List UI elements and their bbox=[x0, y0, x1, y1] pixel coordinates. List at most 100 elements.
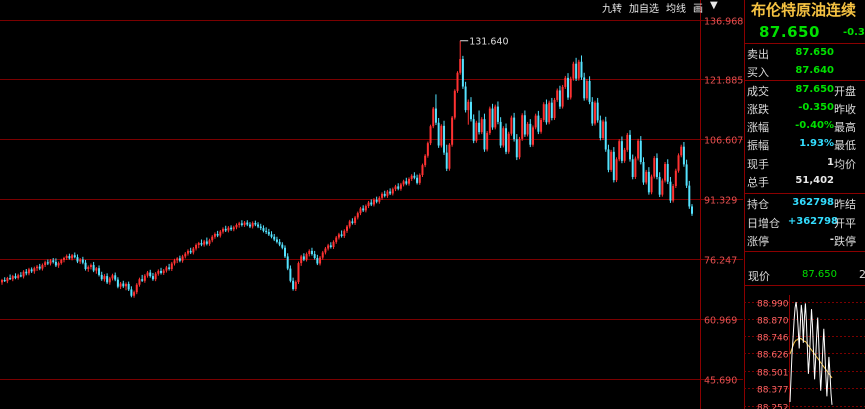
candle-body bbox=[674, 170, 677, 187]
candle bbox=[443, 120, 446, 155]
candle bbox=[133, 290, 136, 298]
candle bbox=[639, 136, 642, 165]
candlestick-chart[interactable]: 136.968 121.885 106.607 91.329 76.247 60.969 4… bbox=[0, 0, 744, 409]
candle bbox=[456, 71, 459, 93]
mini-y-tick-label: 88.377 bbox=[757, 386, 789, 396]
dropdown-icon[interactable]: ▼ bbox=[708, 0, 720, 14]
candle bbox=[100, 271, 103, 281]
candle bbox=[286, 253, 289, 271]
candle-body bbox=[515, 139, 518, 158]
quote-row-label: 总手 bbox=[747, 176, 769, 189]
candle-body bbox=[475, 122, 478, 141]
candle bbox=[321, 250, 324, 260]
candle bbox=[596, 97, 599, 123]
quote-row-label: 现手 bbox=[747, 158, 769, 171]
y-tick-label: 60.969 bbox=[704, 316, 737, 327]
quote-row-label2: 最低 bbox=[834, 139, 856, 152]
candle-body bbox=[89, 265, 92, 268]
candle-body bbox=[335, 237, 338, 242]
candle-body bbox=[176, 258, 179, 261]
intraday-chart[interactable]: 88.990 88.870 88.746 88.626 88.501 88.377 88.2… bbox=[744, 295, 865, 409]
candle-body bbox=[259, 226, 262, 229]
candle-body bbox=[448, 144, 451, 169]
candle-body bbox=[669, 181, 672, 201]
candle-body bbox=[661, 180, 664, 195]
candle bbox=[81, 256, 84, 265]
candle-body bbox=[585, 81, 588, 99]
candle-body bbox=[44, 262, 47, 266]
quote-row-label: 卖出 bbox=[747, 48, 769, 61]
candle bbox=[502, 126, 505, 148]
candle-body bbox=[192, 248, 195, 253]
candle-body bbox=[154, 273, 157, 280]
nine-turn-button[interactable]: 九转 bbox=[600, 0, 624, 15]
moving-average-button[interactable]: 均线 bbox=[664, 0, 688, 15]
candle-body bbox=[92, 265, 95, 271]
candle bbox=[243, 221, 246, 227]
candle bbox=[691, 204, 693, 216]
candle bbox=[36, 265, 39, 271]
candle bbox=[157, 269, 160, 276]
candle-body bbox=[402, 181, 405, 185]
quote-row-label: 成交 bbox=[747, 85, 769, 98]
candle bbox=[545, 99, 548, 125]
candle-body bbox=[25, 271, 28, 274]
candle bbox=[181, 254, 184, 263]
candle bbox=[84, 259, 87, 271]
candle-body bbox=[119, 283, 122, 287]
candle bbox=[518, 136, 521, 160]
candle-body bbox=[275, 239, 278, 242]
candle-body bbox=[14, 276, 17, 279]
candle bbox=[9, 274, 12, 281]
candle-body bbox=[413, 175, 416, 178]
candle bbox=[658, 172, 661, 198]
candle-body bbox=[254, 222, 257, 225]
candle bbox=[432, 106, 435, 129]
candle bbox=[564, 75, 567, 89]
candle bbox=[292, 277, 295, 291]
candle-body bbox=[124, 283, 127, 287]
candle bbox=[170, 261, 173, 271]
candle bbox=[478, 110, 481, 135]
candle-body bbox=[278, 241, 281, 245]
candle-body bbox=[680, 146, 683, 156]
candle bbox=[607, 144, 610, 173]
candle-body bbox=[321, 252, 324, 258]
candle bbox=[674, 168, 677, 188]
candle-body bbox=[381, 193, 384, 198]
quote-row-value: 51,402 bbox=[795, 175, 834, 186]
candle bbox=[92, 261, 95, 273]
candle bbox=[351, 218, 354, 225]
candle bbox=[251, 221, 254, 229]
quote-row-value: 1.93% bbox=[799, 138, 834, 149]
candle-body bbox=[62, 257, 65, 260]
candle-body bbox=[507, 133, 510, 152]
candle bbox=[386, 189, 389, 198]
candle-body bbox=[647, 171, 650, 193]
candle-body bbox=[486, 132, 489, 150]
candle-body bbox=[602, 121, 605, 139]
quote-row-label2: 均价 bbox=[834, 158, 856, 171]
candle-body bbox=[655, 158, 658, 177]
candle-body bbox=[203, 241, 206, 245]
candle-body bbox=[375, 199, 378, 202]
candle-body bbox=[173, 260, 176, 264]
draw-button[interactable]: 画 bbox=[691, 0, 705, 15]
chart-toolbar: 九转 加自选 均线 画 ▼ bbox=[600, 0, 744, 15]
y-tick-label: 121.885 bbox=[704, 76, 743, 87]
quote-row-label: 持仓 bbox=[747, 198, 769, 211]
candle-body bbox=[162, 270, 165, 273]
candle bbox=[116, 277, 119, 289]
candle bbox=[340, 230, 343, 238]
add-watchlist-button[interactable]: 加自选 bbox=[627, 0, 661, 15]
candle bbox=[49, 259, 52, 266]
candle-body bbox=[526, 123, 529, 135]
candle-body bbox=[114, 275, 117, 280]
candle-body bbox=[531, 127, 534, 145]
candle bbox=[521, 113, 524, 141]
candle-body bbox=[461, 58, 464, 87]
candle-body bbox=[343, 230, 346, 236]
quote-row-label: 买入 bbox=[747, 66, 769, 79]
candle-body bbox=[103, 276, 106, 280]
quote-row-label2: 昨结 bbox=[834, 198, 856, 211]
